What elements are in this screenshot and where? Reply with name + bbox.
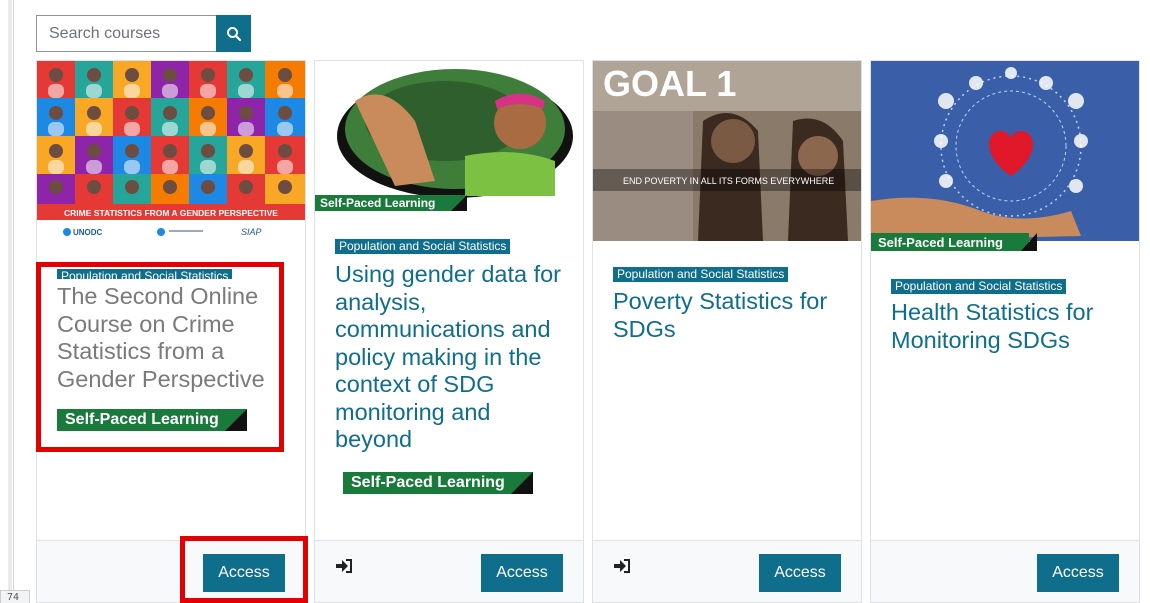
badge-label: Self-Paced Learning xyxy=(878,235,1003,250)
course-category[interactable]: Population and Social Statistics xyxy=(891,279,1067,294)
badge-label: Self-Paced Learning xyxy=(320,196,435,210)
card-footer: Access xyxy=(593,540,861,602)
self-paced-badge: Self-Paced Learning xyxy=(343,471,533,494)
course-category[interactable]: Population and Social Statistics xyxy=(613,267,789,282)
course-card: Self-Paced Learning Population and Socia… xyxy=(314,60,584,603)
course-title[interactable]: Health Statistics for Monitoring SDGs xyxy=(891,299,1126,354)
course-image[interactable]: CRIME STATISTICS FROM A GENDER PERSPECTI… xyxy=(37,61,305,251)
search-icon xyxy=(226,26,241,41)
course-title[interactable]: Using gender data for analysis, communic… xyxy=(335,261,567,454)
course-body: Population and Social Statistics Poverty… xyxy=(613,265,845,343)
access-button[interactable]: Access xyxy=(1037,554,1119,592)
card-footer: Access xyxy=(871,540,1139,602)
card-footer: Access xyxy=(315,540,583,602)
page-edge xyxy=(8,0,12,603)
course-image[interactable]: GOAL 1 END POVERTY IN ALL ITS FORMS EVER… xyxy=(593,61,861,241)
enter-icon xyxy=(336,559,352,573)
page-edge-line xyxy=(13,0,14,603)
goal-heading: GOAL 1 xyxy=(603,63,736,104)
course-title[interactable]: Poverty Statistics for SDGs xyxy=(613,288,845,343)
unodc-logo: UNODC xyxy=(73,228,103,237)
course-image[interactable]: Self-Paced Learning xyxy=(315,61,583,216)
zoom-indicator: 74 xyxy=(0,590,30,603)
course-category[interactable]: Population and Social Statistics xyxy=(335,239,511,254)
people-mosaic xyxy=(37,61,305,204)
course-card: Self-Paced Learning Population and Socia… xyxy=(870,60,1140,603)
access-button[interactable]: Access xyxy=(759,554,841,592)
goal-caption: END POVERTY IN ALL ITS FORMS EVERYWHERE xyxy=(623,176,834,186)
course-search xyxy=(36,15,251,52)
highlight-box-course-title xyxy=(36,262,284,452)
search-button[interactable] xyxy=(216,15,251,52)
search-input[interactable] xyxy=(36,15,216,52)
enter-icon xyxy=(614,559,630,573)
banner-text: CRIME STATISTICS FROM A GENDER PERSPECTI… xyxy=(64,208,278,218)
highlight-box-access-button xyxy=(180,536,308,603)
siap-logo: SIAP xyxy=(241,227,262,237)
badge-label: Self-Paced Learning xyxy=(351,473,505,491)
course-body: Population and Social Statistics Using g… xyxy=(335,237,567,494)
course-image[interactable]: Self-Paced Learning xyxy=(871,61,1139,253)
course-card: GOAL 1 END POVERTY IN ALL ITS FORMS EVER… xyxy=(592,60,862,603)
access-button[interactable]: Access xyxy=(481,554,563,592)
course-body: Population and Social Statistics Health … xyxy=(891,277,1126,354)
